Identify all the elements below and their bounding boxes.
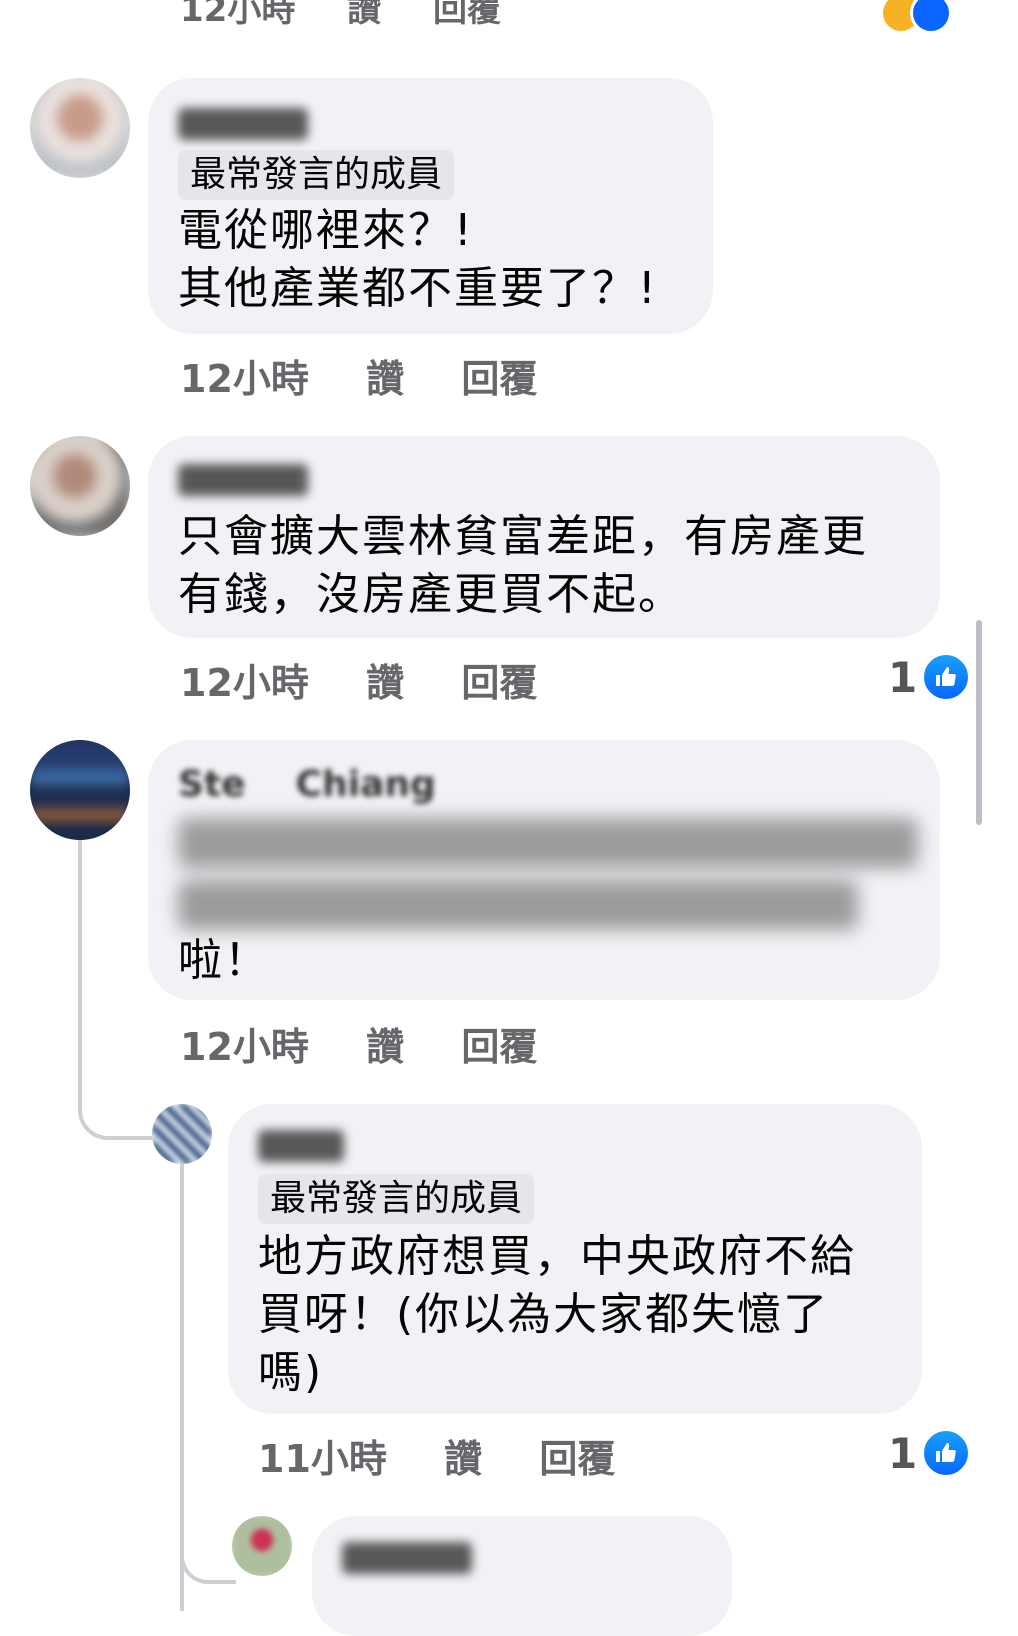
avatar[interactable] xyxy=(30,740,130,840)
thumbs-up-icon xyxy=(921,652,972,702)
comment-text: 電從哪裡來？! xyxy=(178,205,474,256)
comment-bubble xyxy=(312,1516,732,1636)
like-button[interactable]: 讚 xyxy=(444,1428,482,1483)
reaction-summary[interactable]: 1 xyxy=(888,1428,972,1478)
comment-bubble: 只會擴大雲林貧富差距，有房產更 有錢，沒房產更買不起。 xyxy=(148,436,940,638)
avatar[interactable] xyxy=(30,436,130,536)
reply-button[interactable]: 回覆 xyxy=(461,652,537,707)
comment-text: 地方政府想買，中央政府不給 xyxy=(258,1231,856,1282)
comment-text: 其他產業都不重要了？! xyxy=(178,263,658,314)
avatar[interactable] xyxy=(30,78,130,178)
like-button[interactable]: 讚 xyxy=(366,652,404,707)
avatar[interactable] xyxy=(152,1104,212,1164)
comment-text: 買呀！(你以為大家都失憶了 xyxy=(258,1289,830,1340)
comment-actions: 12小時 讚 回覆 xyxy=(180,348,537,403)
commenter-name[interactable]: Ste Chiang xyxy=(178,764,436,805)
top-contributor-badge: 最常發言的成員 xyxy=(178,150,455,200)
comment-actions: 12小時 讚 回覆 xyxy=(180,1016,537,1071)
thumbs-up-icon xyxy=(921,1428,972,1478)
like-button[interactable]: 讚 xyxy=(347,0,381,30)
thread-connector xyxy=(180,1540,236,1584)
thread-line xyxy=(78,840,82,1100)
top-contributor-badge: 最常發言的成員 xyxy=(258,1174,535,1224)
comment-text: 嗎) xyxy=(258,1347,324,1398)
comment-time[interactable]: 11小時 xyxy=(258,1428,387,1483)
thumbs-up-icon xyxy=(910,0,952,34)
comment-bubble: 最常發言的成員 地方政府想買，中央政府不給 買呀！(你以為大家都失憶了 嗎) xyxy=(228,1104,922,1414)
scrollbar[interactable] xyxy=(976,620,982,825)
reply-button[interactable]: 回覆 xyxy=(461,1016,537,1071)
reaction-summary[interactable] xyxy=(850,0,952,34)
comment-time[interactable]: 12小時 xyxy=(180,1016,309,1071)
reply-button[interactable]: 回覆 xyxy=(433,0,501,30)
comment-bubble: Ste Chiang 啦！ xyxy=(148,740,940,1000)
comment-actions: 12小時 讚 回覆 xyxy=(180,652,537,707)
like-button[interactable]: 讚 xyxy=(366,348,404,403)
avatar[interactable] xyxy=(232,1516,292,1576)
comment-time[interactable]: 12小時 xyxy=(180,652,309,707)
comment-time[interactable]: 12小時 xyxy=(180,348,309,403)
commenter-name[interactable] xyxy=(258,1130,344,1162)
comment-bubble: 最常發言的成員 電從哪裡來？! 其他產業都不重要了？! xyxy=(148,78,713,334)
commenter-name[interactable] xyxy=(342,1542,472,1574)
reaction-summary[interactable]: 1 xyxy=(888,652,972,702)
redacted-text xyxy=(178,818,918,868)
previous-comment-actions: 12小時 讚 回覆 xyxy=(180,0,541,31)
reaction-count: 1 xyxy=(888,652,918,702)
comment-text: 啦！ xyxy=(178,935,270,986)
like-button[interactable]: 讚 xyxy=(366,1016,404,1071)
reaction-count: 1 xyxy=(888,1428,918,1478)
comment-text: 有錢，沒房產更買不起。 xyxy=(178,569,684,620)
commenter-name[interactable] xyxy=(178,108,308,140)
comment-time: 12小時 xyxy=(180,0,296,30)
reply-button[interactable]: 回覆 xyxy=(461,348,537,403)
redacted-text xyxy=(178,880,858,930)
thread-connector xyxy=(78,1096,160,1140)
comment-text: 只會擴大雲林貧富差距，有房產更 xyxy=(178,511,868,562)
comment-actions: 11小時 讚 回覆 xyxy=(258,1428,615,1483)
reply-button[interactable]: 回覆 xyxy=(539,1428,615,1483)
commenter-name[interactable] xyxy=(178,464,308,496)
